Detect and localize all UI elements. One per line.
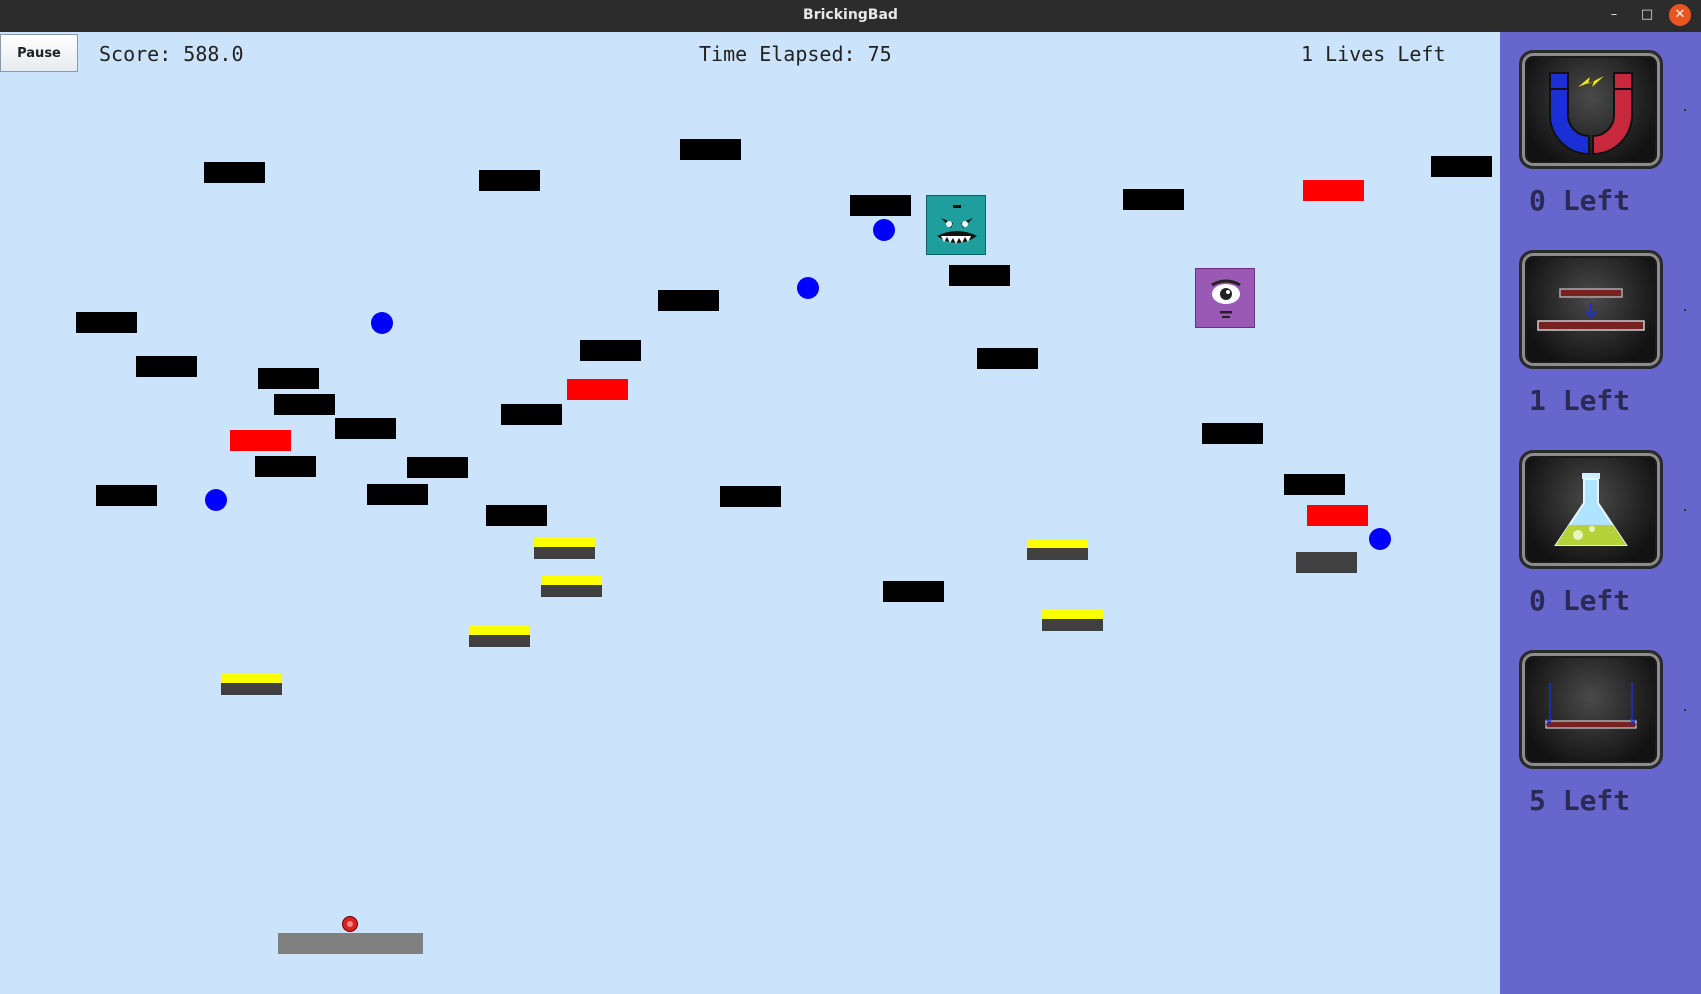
time-elapsed-label: Time Elapsed: 75	[699, 42, 892, 66]
pause-button[interactable]: Pause	[0, 34, 78, 72]
metal-cap	[1042, 610, 1103, 619]
chemical-ball-count: 0 Left	[1529, 584, 1631, 617]
simple-brick	[1431, 156, 1492, 177]
chemical-ball-icon	[1554, 473, 1628, 546]
simple-brick	[1202, 423, 1263, 444]
simple-brick	[96, 485, 157, 506]
simple-brick	[1123, 189, 1184, 210]
simple-brick	[486, 505, 547, 526]
explosive-ball	[797, 277, 819, 299]
paddle-hex-count: 5 Left	[1529, 784, 1631, 817]
explosive-ball	[1369, 528, 1391, 550]
window-titlebar: BrickingBad – □ ✕	[0, 0, 1701, 32]
simple-brick	[479, 170, 540, 191]
simple-brick	[76, 312, 137, 333]
magnet-ability-button[interactable]	[1519, 50, 1663, 169]
half-metal-brick	[534, 538, 595, 559]
ability-indicator	[1684, 709, 1686, 711]
simple-brick	[136, 356, 197, 377]
explosive-ball	[371, 312, 393, 334]
firm-brick	[1307, 505, 1368, 526]
paddle-hex-icon	[1545, 683, 1637, 729]
simple-brick	[580, 340, 641, 361]
simple-brick	[204, 162, 265, 183]
firm-brick	[1303, 180, 1364, 201]
firm-brick	[230, 430, 291, 451]
ability-indicator	[1684, 309, 1686, 311]
paddle-hex-ability-button[interactable]	[1519, 650, 1663, 769]
ability-indicator	[1684, 109, 1686, 111]
simple-brick	[977, 348, 1038, 369]
half-metal-brick	[1027, 539, 1088, 560]
lives-label: 1 Lives Left	[1301, 42, 1446, 66]
simple-brick	[658, 290, 719, 311]
game-ball	[342, 916, 358, 932]
simple-brick	[1284, 474, 1345, 495]
half-metal-brick	[1042, 610, 1103, 631]
half-metal-brick	[469, 626, 530, 647]
noble-phantasm-paddle[interactable]	[278, 933, 423, 954]
explosive-ball	[205, 489, 227, 511]
simple-brick	[680, 139, 741, 160]
explosive-brick	[1296, 552, 1357, 573]
half-metal-brick	[541, 576, 602, 597]
paddle-expansion-ability-button[interactable]	[1519, 250, 1663, 369]
window-title: BrickingBad	[803, 7, 898, 23]
minimize-icon[interactable]: –	[1603, 4, 1625, 26]
game-board[interactable]: Pause Score: 588.0 Time Elapsed: 75 1 Li…	[0, 32, 1500, 994]
simple-brick	[720, 486, 781, 507]
ability-sidebar: 0 Left 1 Left 0 Left 5 Left	[1500, 32, 1701, 994]
simple-brick	[258, 368, 319, 389]
simple-brick	[850, 195, 911, 216]
chemical-ball-ability-button[interactable]	[1519, 450, 1663, 569]
metal-cap	[541, 576, 602, 585]
metal-cap	[1027, 539, 1088, 548]
magnet-count: 0 Left	[1529, 184, 1631, 217]
half-metal-brick	[221, 674, 282, 695]
paddle-expansion-icon	[1537, 288, 1645, 331]
simple-brick	[949, 265, 1010, 286]
simple-brick	[255, 456, 316, 477]
score-label: Score: 588.0	[99, 42, 244, 66]
magnet-icon	[1549, 72, 1633, 156]
metal-cap	[469, 626, 530, 635]
alien-monster-icon	[926, 195, 986, 255]
close-icon[interactable]: ✕	[1669, 4, 1691, 26]
simple-brick	[883, 581, 944, 602]
simple-brick	[407, 457, 468, 478]
simple-brick	[501, 404, 562, 425]
simple-brick	[274, 394, 335, 415]
explosive-ball	[873, 219, 895, 241]
maximize-icon[interactable]: □	[1636, 4, 1658, 26]
metal-cap	[534, 538, 595, 547]
simple-brick	[367, 484, 428, 505]
paddle-expansion-count: 1 Left	[1529, 384, 1631, 417]
firm-brick	[567, 379, 628, 400]
simple-brick	[335, 418, 396, 439]
metal-cap	[221, 674, 282, 683]
ability-indicator	[1684, 509, 1686, 511]
alien-cyclops-icon	[1195, 268, 1255, 328]
